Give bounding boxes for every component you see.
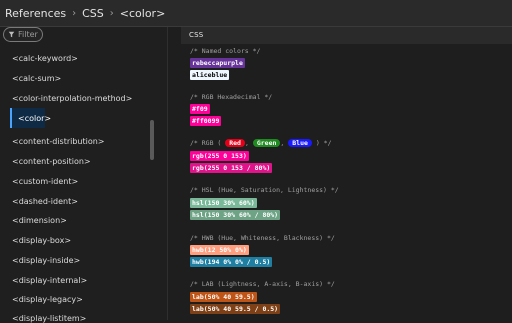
color-swatch: hsl(150 30% 60%) [190,198,257,208]
color-swatch: hsl(150 30% 60% / 80%) [190,210,281,220]
filter-input[interactable]: Filter [3,27,43,42]
panel-header: CSS [181,27,512,44]
sidebar-item[interactable]: <calc-sum> [12,74,61,83]
rgb-name-green: Green [252,139,281,147]
sidebar-item-label: <color> [18,113,52,123]
sidebar-item[interactable]: <calc-keyword> [12,54,78,63]
sidebar-item[interactable]: <content-distribution> [12,137,105,146]
color-swatch: rgb(255 0 153) [190,151,249,161]
breadcrumb-item-css[interactable]: CSS [82,7,104,20]
breadcrumb-item-references[interactable]: References [5,7,66,20]
color-swatch: hwb(12 50% 0%) [190,245,249,255]
rgb-name-red: Red [225,139,245,147]
color-swatch: lab(50% 40 59.5) [190,292,257,302]
sidebar-item[interactable]: <custom-ident> [12,177,78,186]
color-swatch: rebeccapurple [190,58,245,68]
breadcrumb-item-color: <color> [119,6,166,20]
color-swatch: #f09 [190,104,210,114]
comment-prefix: /* RGB ( [190,139,222,147]
comment-suffix: ) */ [315,139,332,147]
color-swatch: #ff0099 [190,116,222,126]
filter-icon [8,31,15,38]
code-comment: /* RGB Hexadecimal */ [190,93,273,101]
chevron-right-icon: › [109,7,114,19]
filter-placeholder: Filter [18,30,38,39]
breadcrumb: References › CSS › <color> [0,0,512,27]
comment-separator: , [280,139,285,147]
sidebar-item[interactable]: <display-listitem> [12,314,86,323]
sidebar-item[interactable]: <display-inside> [12,256,80,265]
code-comment: /* Named colors */ [190,47,261,55]
sidebar-item[interactable]: <dimension> [12,216,67,225]
sidebar-scrollbar[interactable] [150,120,154,160]
rgb-name-blue: Blue [288,139,312,147]
sidebar-item[interactable]: <color-interpolation-method> [12,94,132,103]
code-comment: /* HWB (Hue, Whiteness, Blackness) */ [190,234,335,242]
sidebar-item[interactable]: <display-legacy> [12,295,83,304]
sidebar-item[interactable]: <display-internal> [12,276,87,285]
chevron-right-icon: › [72,7,77,19]
color-swatch: aliceblue [190,70,230,80]
sidebar: Filter <calc-keyword> <calc-sum> <color-… [0,27,168,323]
sidebar-item[interactable]: <display-box> [12,236,71,245]
code-comment: /* HSL (Hue, Saturation, Lightness) */ [190,186,339,194]
color-swatch: lab(50% 40 59.5 / 0.5) [190,304,281,314]
sidebar-item[interactable]: <content-position> [12,157,91,166]
code-panel: CSS /* Named colors */ rebeccapurple ali… [181,27,512,320]
color-swatch: hwb(194 0% 0% / 0.5) [190,257,273,267]
sidebar-item[interactable]: <dashed-ident> [12,197,78,206]
code-comment-rgb: /* RGB ( Red, Green, Blue ) */ [190,139,331,147]
comment-separator: , [244,139,249,147]
code-comment: /* LAB (Lightness, A-axis, B-axis) */ [190,280,335,288]
color-swatch: rgb(255 0 153 / 80%) [190,163,273,173]
sidebar-item-selected[interactable]: <color> [10,108,51,128]
